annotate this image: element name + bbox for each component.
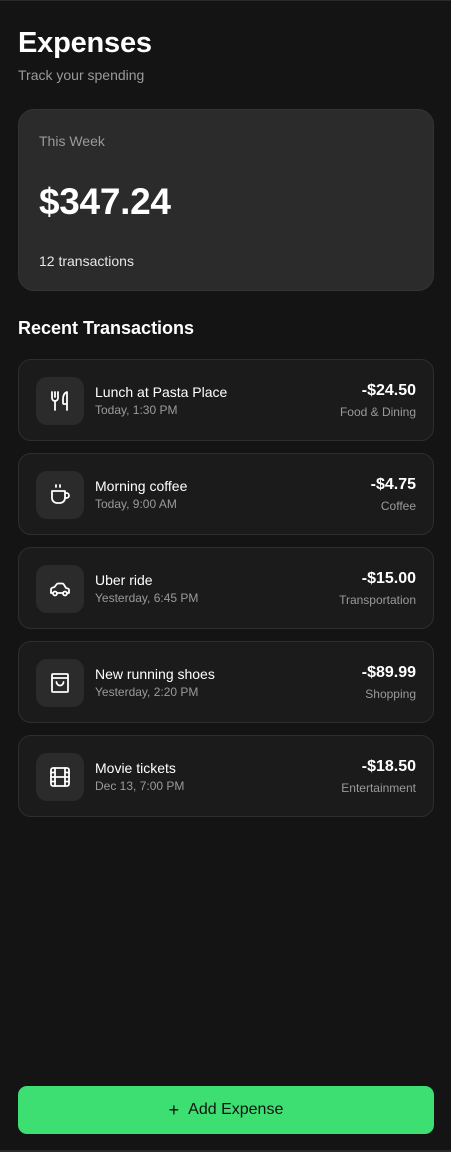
transaction-list: Lunch at Pasta Place Today, 1:30 PM -$24… [18, 359, 434, 829]
page-subtitle: Track your spending [18, 67, 145, 83]
shopping-bag-icon [36, 659, 84, 707]
transaction-time: Yesterday, 2:20 PM [95, 685, 199, 699]
transaction-amount: -$24.50 [361, 382, 416, 399]
transaction-category: Coffee [380, 499, 416, 513]
transaction-category: Food & Dining [339, 405, 416, 419]
transaction-name: Lunch at Pasta Place [95, 384, 228, 400]
transaction-name: Morning coffee [95, 478, 188, 494]
transaction-time: Today, 9:00 AM [95, 497, 177, 511]
add-expense-label: Add Expense [188, 1101, 284, 1118]
transaction-category: Shopping [365, 687, 416, 701]
page-title: Expenses [18, 27, 152, 59]
weekly-summary-card: This Week $347.24 12 transactions [18, 109, 434, 291]
transaction-time: Dec 13, 7:00 PM [95, 779, 185, 793]
transaction-name: Movie tickets [95, 760, 176, 776]
coffee-cup-icon [36, 471, 84, 519]
page-header: Expenses Track your spending [18, 26, 152, 84]
film-icon [36, 753, 84, 801]
utensils-icon [36, 377, 84, 425]
summary-period-label: This Week [39, 133, 105, 149]
car-icon [36, 565, 84, 613]
recent-transactions-heading: Recent Transactions [18, 318, 195, 338]
transaction-time: Today, 1:30 PM [95, 403, 178, 417]
top-divider [0, 0, 451, 1]
transaction-amount: -$15.00 [361, 570, 416, 587]
plus-icon: + [168, 1100, 180, 1120]
transaction-name: New running shoes [95, 666, 215, 682]
summary-total-amount: $347.24 [39, 181, 171, 222]
transaction-time: Yesterday, 6:45 PM [95, 591, 199, 605]
transaction-category: Transportation [339, 593, 416, 607]
transaction-item[interactable]: Lunch at Pasta Place Today, 1:30 PM -$24… [18, 359, 434, 441]
transaction-item[interactable]: New running shoes Yesterday, 2:20 PM -$8… [18, 641, 434, 723]
transaction-item[interactable]: Uber ride Yesterday, 6:45 PM -$15.00 Tra… [18, 547, 434, 629]
transaction-amount: -$4.75 [370, 476, 416, 493]
transaction-amount: -$89.99 [361, 664, 416, 681]
transaction-item[interactable]: Morning coffee Today, 9:00 AM -$4.75 Cof… [18, 453, 434, 535]
transaction-name: Uber ride [95, 572, 153, 588]
transaction-category: Entertainment [341, 781, 416, 795]
transaction-amount: -$18.50 [361, 758, 416, 775]
add-expense-button[interactable]: + Add Expense [18, 1086, 434, 1134]
summary-transaction-count: 12 transactions [39, 253, 134, 269]
transaction-item[interactable]: Movie tickets Dec 13, 7:00 PM -$18.50 En… [18, 735, 434, 817]
